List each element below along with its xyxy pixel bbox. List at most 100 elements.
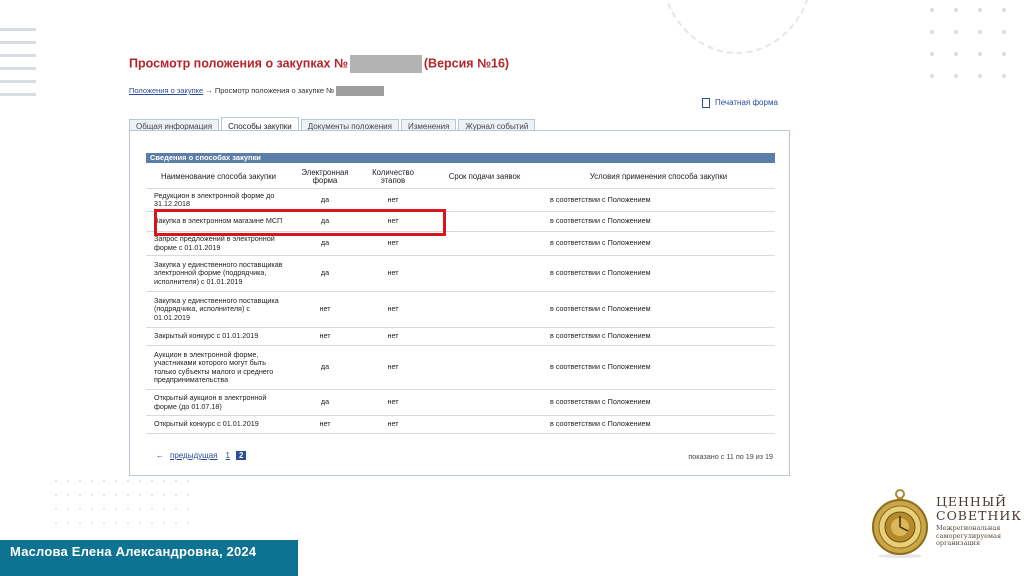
decorative-dot bbox=[163, 522, 165, 524]
table-row: Закупка у единственного поставщика (подр… bbox=[146, 291, 775, 328]
records-shown: показано с 11 по 19 из 19 bbox=[688, 452, 773, 461]
breadcrumb-link[interactable]: Положения о закупке bbox=[129, 86, 203, 95]
cell-conditions: в соответствии с Положением bbox=[542, 327, 775, 346]
arrow-left-icon[interactable]: ← bbox=[156, 451, 164, 460]
print-label: Печатная форма bbox=[715, 98, 778, 108]
decorative-dot bbox=[79, 508, 81, 510]
decorative-dot bbox=[139, 522, 141, 524]
decorative-dot bbox=[55, 494, 57, 496]
decorative-dot bbox=[1002, 30, 1006, 34]
decorative-dot bbox=[127, 508, 129, 510]
decorative-dot bbox=[151, 522, 153, 524]
page-title: Просмотр положения о закупках № (Версия №… bbox=[129, 55, 509, 73]
breadcrumb-current: Просмотр положения о закупке № bbox=[214, 86, 335, 95]
logo-name-line1: ЦЕННЫЙ bbox=[936, 494, 1008, 509]
decorative-dot bbox=[91, 508, 93, 510]
previous-page-link[interactable]: предыдущая bbox=[170, 451, 218, 460]
cell-deadline bbox=[427, 415, 542, 434]
decorative-dot bbox=[978, 30, 982, 34]
print-link[interactable]: Печатная форма bbox=[702, 98, 778, 108]
cell-electronic: да bbox=[291, 389, 359, 416]
decorative-dot bbox=[127, 494, 129, 496]
cell-stages: нет bbox=[359, 327, 427, 346]
column-header: Условия применения способа закупки bbox=[589, 172, 728, 181]
cell-method: Закупка у единственного поставщика (подр… bbox=[146, 291, 291, 328]
cell-method: Закупка у единственного поставщикав элек… bbox=[146, 255, 291, 292]
decorative-arc bbox=[660, 0, 814, 54]
page-2-current: 2 bbox=[235, 451, 247, 460]
cell-electronic: да bbox=[291, 255, 359, 292]
decorative-dot bbox=[163, 494, 165, 496]
table-row: Закрытый конкурс с 01.01.2019 нет нет в … bbox=[146, 327, 775, 346]
decorative-dot bbox=[187, 522, 189, 524]
decorative-dots-left bbox=[55, 480, 205, 540]
breadcrumb: Положения о закупке → Просмотр положения… bbox=[129, 86, 385, 97]
decorative-dot bbox=[115, 480, 117, 482]
decorative-dot bbox=[91, 494, 93, 496]
cell-electronic: нет bbox=[291, 327, 359, 346]
decorative-dot bbox=[127, 480, 129, 482]
cell-stages: нет bbox=[359, 415, 427, 434]
cell-method: Аукцион в электронной форме, участниками… bbox=[146, 345, 291, 390]
column-header: Срок подачи заявок bbox=[448, 172, 521, 181]
decorative-lines bbox=[0, 28, 36, 106]
table-row: Открытый аукцион в электронной форме (до… bbox=[146, 389, 775, 416]
decorative-dot bbox=[175, 522, 177, 524]
decorative-dot bbox=[115, 508, 117, 510]
cell-deadline bbox=[427, 389, 542, 416]
decorative-dot bbox=[175, 480, 177, 482]
decorative-dot bbox=[127, 522, 129, 524]
page-1-link[interactable]: 1 bbox=[226, 451, 230, 460]
decorative-dot bbox=[79, 480, 81, 482]
decorative-dot bbox=[55, 508, 57, 510]
content-panel: Сведения о способах закупки Наименование… bbox=[129, 130, 790, 476]
cell-conditions: в соответствии с Положением bbox=[542, 389, 775, 416]
decorative-dot bbox=[187, 480, 189, 482]
decorative-dot bbox=[139, 508, 141, 510]
cell-deadline bbox=[427, 291, 542, 328]
column-header: Наименование способа закупки bbox=[160, 172, 277, 181]
cell-conditions: в соответствии с Положением bbox=[542, 188, 775, 212]
cell-method: Закрытый конкурс с 01.01.2019 bbox=[146, 327, 291, 346]
decorative-dot bbox=[163, 508, 165, 510]
decorative-dot bbox=[163, 480, 165, 482]
decorative-dot bbox=[978, 8, 982, 12]
decorative-dot bbox=[1002, 8, 1006, 12]
decorative-dot bbox=[139, 480, 141, 482]
decorative-dot bbox=[115, 522, 117, 524]
decorative-dot bbox=[91, 480, 93, 482]
logo-subtitle-line3: организация bbox=[936, 539, 981, 547]
redacted-number-small bbox=[336, 86, 385, 97]
cell-conditions: в соответствии с Положением bbox=[542, 255, 775, 292]
decorative-dot bbox=[954, 30, 958, 34]
cell-conditions: в соответствии с Положением bbox=[542, 345, 775, 390]
decorative-dot bbox=[1002, 52, 1006, 56]
decorative-dot bbox=[978, 74, 982, 78]
cell-electronic: нет bbox=[291, 291, 359, 328]
decorative-dot bbox=[930, 52, 934, 56]
decorative-dot bbox=[930, 8, 934, 12]
methods-table: Наименование способа закупки Электронная… bbox=[146, 166, 775, 434]
author-banner: Маслова Елена Александровна, 2024 bbox=[0, 540, 298, 576]
decorative-dot bbox=[151, 494, 153, 496]
pocket-watch-logo-icon bbox=[872, 489, 928, 558]
decorative-dot bbox=[954, 52, 958, 56]
decorative-dot bbox=[67, 480, 69, 482]
decorative-dot bbox=[67, 508, 69, 510]
cell-deadline bbox=[427, 255, 542, 292]
cell-stages: нет bbox=[359, 345, 427, 390]
document-icon bbox=[702, 98, 710, 108]
decorative-dot bbox=[954, 8, 958, 12]
decorative-dot bbox=[954, 74, 958, 78]
decorative-dot bbox=[187, 494, 189, 496]
section-header: Сведения о способах закупки bbox=[146, 153, 775, 163]
decorative-dot bbox=[175, 508, 177, 510]
decorative-dot bbox=[103, 522, 105, 524]
decorative-dot bbox=[67, 494, 69, 496]
logo-name-line2: СОВЕТНИК bbox=[936, 508, 1022, 523]
cell-stages: нет bbox=[359, 291, 427, 328]
decorative-dot bbox=[115, 494, 117, 496]
decorative-dot bbox=[55, 480, 57, 482]
cell-conditions: в соответствии с Положением bbox=[542, 211, 775, 232]
cell-deadline bbox=[427, 327, 542, 346]
